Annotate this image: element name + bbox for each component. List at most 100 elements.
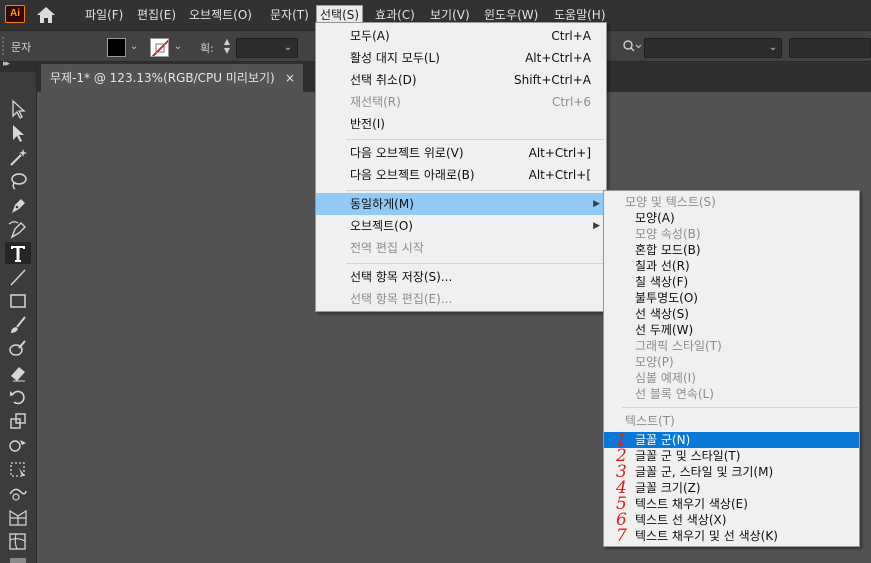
submenu-item-appearance-attribute[interactable]: 모양 속성(B) <box>604 226 859 242</box>
menu-item-label: 선택 항목 저장(S)... <box>350 270 453 284</box>
menu-edit[interactable]: 편집(E) <box>134 5 179 25</box>
menu-item-shortcut: Ctrl+6 <box>551 95 591 109</box>
select-menu-dropdown: 모두(A) Ctrl+A 활성 대지 모두(L) Alt+Ctrl+A 선택 취… <box>315 22 607 312</box>
menu-item-label: 모두(A) <box>350 29 390 43</box>
submenu-item-graphic-style[interactable]: 그래픽 스타일(T) <box>604 338 859 354</box>
submenu-item-stroke-weight[interactable]: 선 두께(W) <box>604 322 859 338</box>
submenu-item-symbol-instance[interactable]: 심볼 예제(I) <box>604 370 859 386</box>
direct-selection-icon[interactable] <box>5 122 31 144</box>
tools-panel-header[interactable]: ▸▸ <box>0 59 36 72</box>
menu-item-shortcut: Ctrl+A <box>551 29 591 43</box>
close-icon[interactable]: × <box>285 64 295 92</box>
menu-item-select-all[interactable]: 모두(A) Ctrl+A <box>316 25 606 47</box>
menu-item-label: 전역 편집 시작 <box>350 241 424 255</box>
submenu-item-opacity[interactable]: 불투명도(O) <box>604 290 859 306</box>
submenu-item-text-fill-color[interactable]: 5 텍스트 채우기 색상(E) <box>604 496 859 513</box>
control-bar-grip[interactable] <box>2 37 6 55</box>
rotate-icon[interactable] <box>5 386 31 408</box>
collapse-icon[interactable]: ▸▸ <box>3 59 10 69</box>
stroke-weight-chevron-icon[interactable]: ⌄ <box>280 40 296 56</box>
curvature-icon[interactable] <box>5 218 31 240</box>
menu-type[interactable]: 문자(T) <box>267 5 312 25</box>
menu-item-reselect[interactable]: 재선택(R) Ctrl+6 <box>316 91 606 113</box>
submenu-item-font-family-style[interactable]: 2 글꼴 군 및 스타일(T) <box>604 448 859 465</box>
fill-dropdown-chevron-icon[interactable]: ⌄ <box>126 39 142 55</box>
perspective-grid-icon[interactable] <box>5 506 31 528</box>
document-tab[interactable]: 무제-1* @ 123.13%(RGB/CPU 미리보기) × <box>41 64 303 92</box>
scale-icon[interactable] <box>5 410 31 432</box>
none-slash-icon <box>151 39 168 56</box>
stroke-dropdown-chevron-icon[interactable]: ⌄ <box>170 39 186 55</box>
menu-file[interactable]: 파일(F) <box>82 5 126 25</box>
free-transform-icon[interactable] <box>5 458 31 480</box>
submenu-item-fill-and-stroke[interactable]: 칠과 선(R) <box>604 258 859 274</box>
submenu-item-font-family[interactable]: 1 글꼴 군(N) <box>604 432 859 449</box>
paintbrush-icon[interactable] <box>5 314 31 336</box>
font-style-input[interactable] <box>789 38 871 58</box>
menu-item-same[interactable]: 동일하게(M) ▶ <box>316 193 606 215</box>
menu-item-object[interactable]: 오브젝트(O) ▶ <box>316 215 606 237</box>
stroke-weight-label: 획: <box>200 42 214 55</box>
rectangle-icon[interactable] <box>5 290 31 312</box>
line-segment-icon[interactable] <box>5 266 31 288</box>
menu-item-shortcut: Alt+Ctrl+A <box>525 51 591 65</box>
menu-item-next-object-above[interactable]: 다음 오브젝트 위로(V) Alt+Ctrl+] <box>316 142 606 164</box>
eraser-icon[interactable] <box>5 362 31 384</box>
menu-separator <box>346 263 604 264</box>
menu-item-label: 재선택(R) <box>350 95 401 109</box>
submenu-item-font-family-style-size[interactable]: 3 글꼴 군, 스타일 및 크기(M) <box>604 464 859 481</box>
menu-item-shortcut: Alt+Ctrl+] <box>528 146 591 160</box>
submenu-item-fill-color[interactable]: 칠 색상(F) <box>604 274 859 290</box>
fill-swatch[interactable] <box>107 38 126 57</box>
menu-item-shortcut: Alt+Ctrl+[ <box>528 168 591 182</box>
app-logo: Ai <box>5 5 25 23</box>
gradient-icon[interactable] <box>5 554 31 563</box>
font-search-input[interactable] <box>644 38 782 58</box>
submenu-item-blending-mode[interactable]: 혼합 모드(B) <box>604 242 859 258</box>
submenu-item-stroke-color[interactable]: 선 색상(S) <box>604 306 859 322</box>
menu-item-label: 선택 항목 편집(E)... <box>350 292 453 306</box>
blob-brush-icon[interactable] <box>5 338 31 360</box>
submenu-item-font-size[interactable]: 4 글꼴 크기(Z) <box>604 480 859 497</box>
submenu-arrow-icon: ▶ <box>593 221 600 231</box>
illustrator-window: Ai 파일(F) 편집(E) 오브젝트(O) 문자(T) 선택(S) 효과(C)… <box>0 0 871 563</box>
menu-item-edit-selection[interactable]: 선택 항목 편집(E)... <box>316 288 606 310</box>
menu-item-deselect[interactable]: 선택 취소(D) Shift+Ctrl+A <box>316 69 606 91</box>
menu-object[interactable]: 오브젝트(O) <box>186 5 255 25</box>
submenu-item-text-fill-stroke-color[interactable]: 7 텍스트 채우기 및 선 색상(K) <box>604 526 859 546</box>
control-bar-label: 문자 <box>11 41 32 54</box>
menu-item-label: 오브젝트(O) <box>350 219 413 233</box>
magic-wand-icon[interactable] <box>5 146 31 168</box>
submenu-item-shape[interactable]: 모양(P) <box>604 354 859 370</box>
menu-item-label: 반전(I) <box>350 117 385 131</box>
type-icon[interactable] <box>5 242 31 264</box>
menu-item-save-selection[interactable]: 선택 항목 저장(S)... <box>316 266 606 288</box>
menu-item-inverse[interactable]: 반전(I) <box>316 113 606 135</box>
pen-icon[interactable] <box>5 194 31 216</box>
menu-item-next-object-below[interactable]: 다음 오브젝트 아래로(B) Alt+Ctrl+[ <box>316 164 606 186</box>
menu-separator <box>346 139 604 140</box>
menu-item-start-global-edit[interactable]: 전역 편집 시작 <box>316 237 606 259</box>
menu-separator <box>346 190 604 191</box>
lasso-icon[interactable] <box>5 170 31 192</box>
warp-icon[interactable] <box>5 482 31 504</box>
menu-item-label: 다음 오브젝트 위로(V) <box>350 146 464 160</box>
submenu-item-text-stroke-color[interactable]: 6 텍스트 선 색상(X) <box>604 512 859 529</box>
mesh-icon[interactable] <box>5 530 31 552</box>
tools-panel: ▸▸ <box>0 59 37 563</box>
stroke-swatch[interactable] <box>150 38 169 57</box>
annotation-number: 7 <box>616 526 627 546</box>
menu-item-shortcut: Shift+Ctrl+A <box>514 73 591 87</box>
selection-arrow-icon[interactable] <box>5 98 31 120</box>
submenu-item-appearance[interactable]: 모양(A) <box>604 210 859 226</box>
menu-item-all-on-active-artboard[interactable]: 활성 대지 모두(L) Alt+Ctrl+A <box>316 47 606 69</box>
shape-builder-icon[interactable] <box>5 434 31 456</box>
home-icon[interactable] <box>35 5 57 25</box>
menu-separator <box>622 407 858 408</box>
submenu-item-link-block-series[interactable]: 선 블록 연속(L) <box>604 386 859 402</box>
search-icon[interactable] <box>622 39 642 55</box>
stroke-stepper-icon[interactable]: ▲ ▼ <box>219 37 235 55</box>
font-dropdown-chevron-icon[interactable]: ⌄ <box>765 40 781 56</box>
menu-item-label: 활성 대지 모두(L) <box>350 51 440 65</box>
menu-item-label: 선택 취소(D) <box>350 73 417 87</box>
